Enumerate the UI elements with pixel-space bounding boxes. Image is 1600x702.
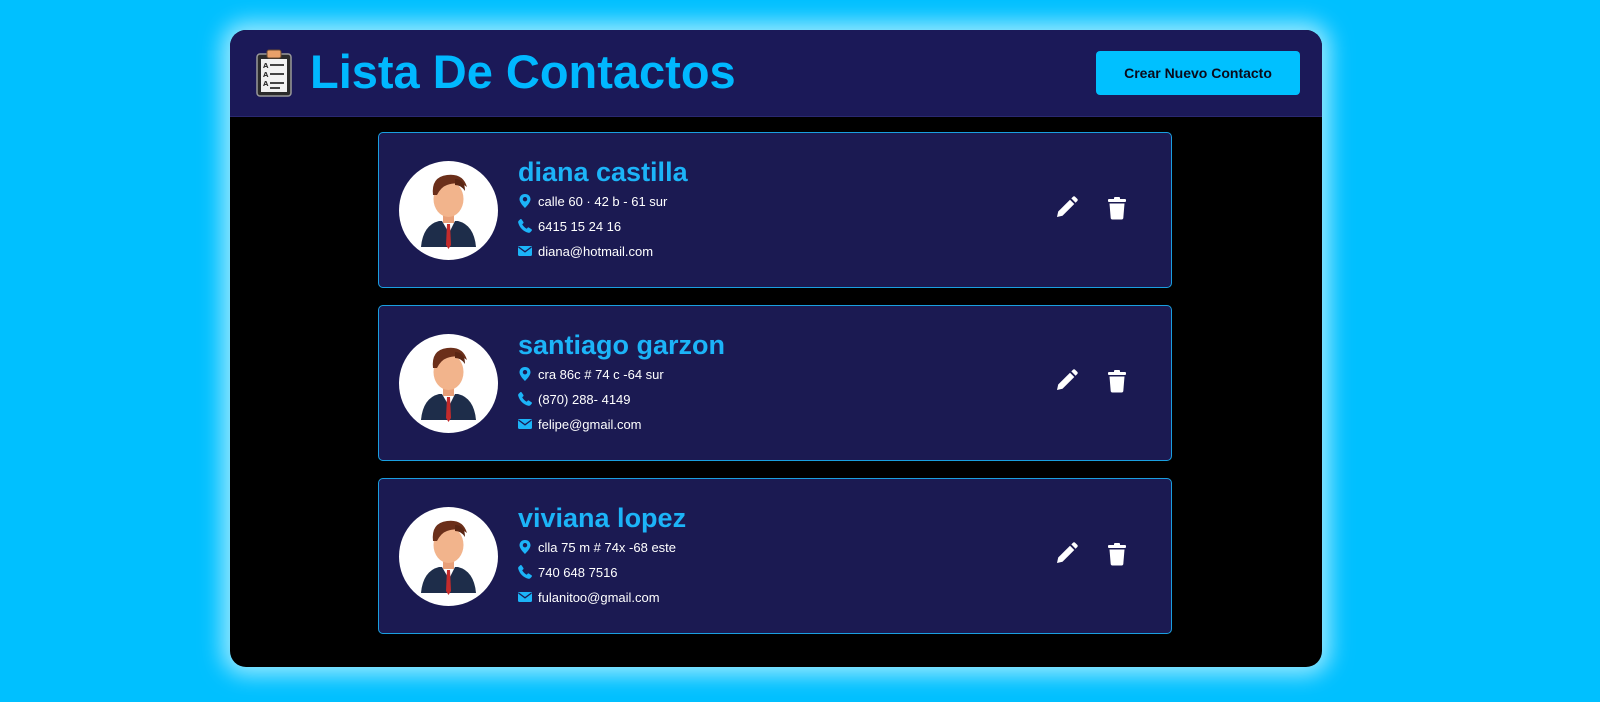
map-marker-icon bbox=[519, 539, 531, 554]
email-text: diana@hotmail.com bbox=[538, 244, 654, 259]
businessman-avatar-icon bbox=[421, 174, 476, 249]
phone-icon bbox=[518, 218, 532, 233]
pencil-icon[interactable] bbox=[1053, 195, 1079, 221]
pencil-icon[interactable] bbox=[1053, 368, 1079, 394]
contact-email: felipe@gmail.com bbox=[517, 415, 642, 435]
contact-address: calle 60 · 42 b - 61 sur bbox=[517, 192, 667, 212]
svg-text:A: A bbox=[263, 71, 269, 79]
contact-card: viviana lopez clla 75 m # 74x -68 este 7… bbox=[378, 478, 1172, 634]
contact-card: santiago garzon cra 86c # 74 c -64 sur (… bbox=[378, 305, 1172, 461]
phone-text: (870) 288- 4149 bbox=[538, 392, 631, 407]
contact-name: santiago garzon bbox=[518, 330, 726, 360]
contact-name: viviana lopez bbox=[518, 503, 687, 533]
email-text: felipe@gmail.com bbox=[538, 417, 642, 432]
phone-text: 740 648 7516 bbox=[538, 565, 618, 580]
phone-icon bbox=[518, 391, 532, 406]
map-marker-icon bbox=[519, 193, 531, 208]
envelope-icon bbox=[518, 245, 532, 256]
map-marker-icon bbox=[519, 366, 531, 381]
contact-card: diana castilla calle 60 · 42 b - 61 sur … bbox=[378, 132, 1172, 288]
phone-text: 6415 15 24 16 bbox=[538, 219, 622, 234]
contact-phone: 6415 15 24 16 bbox=[517, 217, 621, 237]
avatar bbox=[399, 507, 498, 606]
contact-address: cra 86c # 74 c -64 sur bbox=[517, 365, 664, 385]
envelope-icon bbox=[518, 418, 532, 429]
phone-icon bbox=[518, 564, 532, 579]
contact-address: clla 75 m # 74x -68 este bbox=[517, 538, 676, 558]
create-contact-button[interactable]: Crear Nuevo Contacto bbox=[1096, 51, 1300, 95]
pencil-icon[interactable] bbox=[1053, 541, 1079, 567]
contact-name: diana castilla bbox=[518, 157, 688, 187]
contacts-app-window: A A A Lista De Contactos Crear Nuevo Con… bbox=[230, 30, 1322, 667]
svg-text:A: A bbox=[263, 62, 269, 70]
contact-list: diana castilla calle 60 · 42 b - 61 sur … bbox=[378, 132, 1172, 651]
email-text: fulanitoo@gmail.com bbox=[538, 590, 660, 605]
avatar bbox=[399, 161, 498, 260]
contact-phone: 740 648 7516 bbox=[517, 563, 618, 583]
avatar bbox=[399, 334, 498, 433]
trash-icon[interactable] bbox=[1104, 541, 1130, 567]
trash-icon[interactable] bbox=[1104, 368, 1130, 394]
address-text: clla 75 m # 74x -68 este bbox=[538, 540, 677, 555]
contact-email: diana@hotmail.com bbox=[517, 242, 653, 262]
svg-text:A: A bbox=[263, 80, 269, 88]
page-title: Lista De Contactos bbox=[310, 45, 736, 98]
trash-icon[interactable] bbox=[1104, 195, 1130, 221]
address-text: cra 86c # 74 c -64 sur bbox=[538, 367, 664, 382]
contact-email: fulanitoo@gmail.com bbox=[517, 588, 660, 608]
clipboard-icon: A A A bbox=[256, 49, 292, 97]
envelope-icon bbox=[518, 591, 532, 602]
businessman-avatar-icon bbox=[421, 520, 476, 595]
header: A A A Lista De Contactos Crear Nuevo Con… bbox=[230, 30, 1322, 117]
contact-phone: (870) 288- 4149 bbox=[517, 390, 631, 410]
address-text: calle 60 · 42 b - 61 sur bbox=[538, 194, 668, 209]
businessman-avatar-icon bbox=[421, 347, 476, 422]
